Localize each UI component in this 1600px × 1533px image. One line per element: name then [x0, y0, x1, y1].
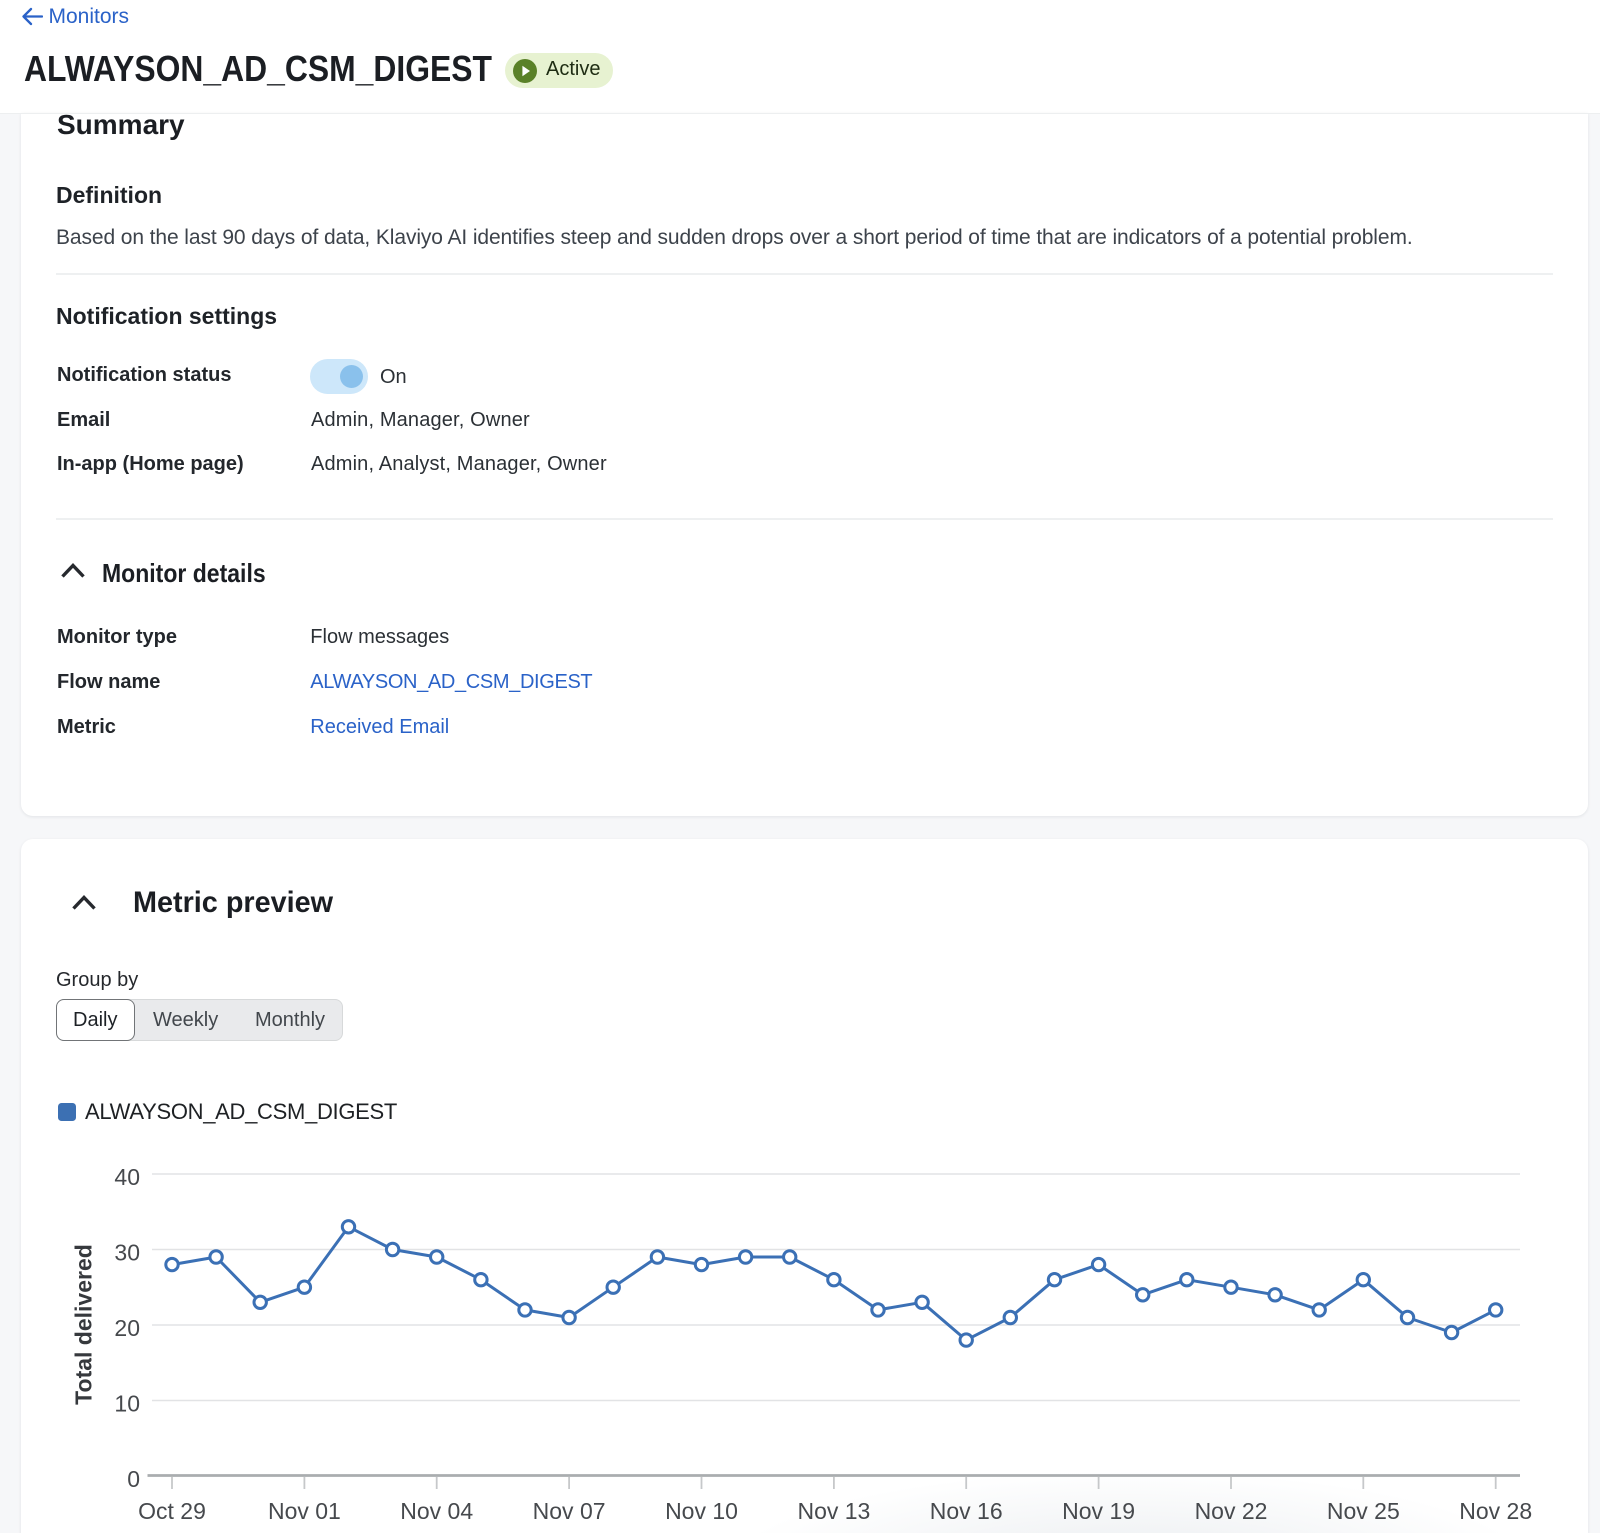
- svg-text:Nov 16: Nov 16: [930, 1498, 1003, 1524]
- svg-text:Nov 25: Nov 25: [1327, 1498, 1400, 1524]
- svg-text:Nov 19: Nov 19: [1062, 1498, 1135, 1524]
- svg-text:Nov 22: Nov 22: [1195, 1498, 1268, 1524]
- svg-text:Nov 07: Nov 07: [533, 1498, 606, 1524]
- svg-text:10: 10: [114, 1391, 140, 1417]
- svg-text:0: 0: [127, 1466, 140, 1492]
- svg-text:40: 40: [114, 1164, 140, 1190]
- svg-text:Total delivered: Total delivered: [71, 1244, 97, 1405]
- svg-text:Nov 13: Nov 13: [797, 1498, 870, 1524]
- svg-text:Nov 04: Nov 04: [400, 1498, 473, 1524]
- svg-text:Nov 10: Nov 10: [665, 1498, 738, 1524]
- svg-text:20: 20: [114, 1315, 140, 1341]
- svg-text:30: 30: [114, 1240, 140, 1266]
- svg-text:Nov 28: Nov 28: [1459, 1498, 1532, 1524]
- svg-text:Oct 29: Oct 29: [138, 1498, 206, 1524]
- svg-text:Nov 01: Nov 01: [268, 1498, 341, 1524]
